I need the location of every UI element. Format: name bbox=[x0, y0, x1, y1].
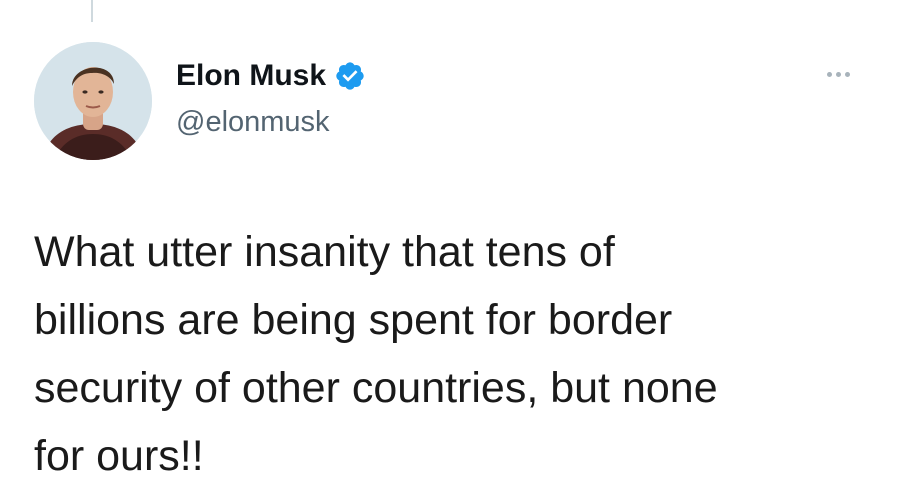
author-name-row: Elon Musk bbox=[176, 58, 366, 94]
avatar[interactable] bbox=[34, 42, 152, 160]
author-display-name[interactable]: Elon Musk bbox=[176, 58, 326, 94]
dot-icon bbox=[844, 71, 850, 77]
tweet-text-line: billions are being spent for border bbox=[34, 296, 673, 344]
dot-icon bbox=[826, 71, 832, 77]
author-handle[interactable]: @elonmusk bbox=[176, 104, 330, 140]
avatar-image bbox=[34, 42, 152, 160]
dot-icon bbox=[835, 71, 841, 77]
tweet-text-line: What utter insanity that tens of bbox=[34, 228, 615, 276]
verified-badge-icon bbox=[334, 60, 366, 92]
tweet-text-line: for ours!! bbox=[34, 432, 204, 480]
more-options-icon[interactable] bbox=[822, 64, 854, 84]
tweet-card[interactable]: Elon Musk @elonmusk What utter insanity … bbox=[0, 0, 900, 501]
thread-connector-line bbox=[91, 0, 93, 22]
tweet-text-line: security of other countries, but none bbox=[34, 364, 718, 412]
tweet-text: What utter insanity that tens of billion… bbox=[34, 218, 874, 490]
